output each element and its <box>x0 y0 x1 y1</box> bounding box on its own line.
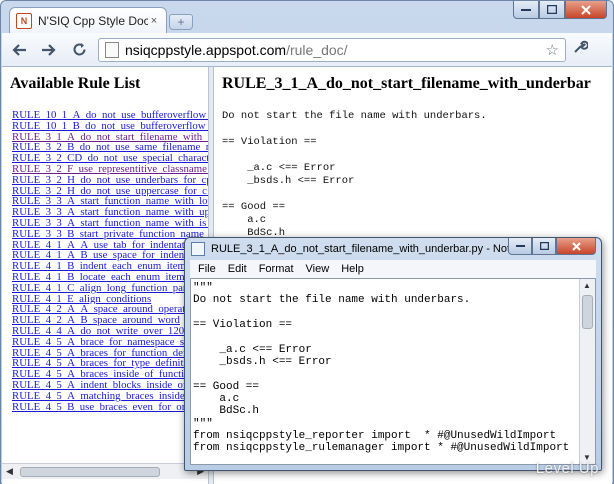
minimize-icon[interactable] <box>513 1 539 19</box>
rule-link[interactable]: RULE_3_3_B_start_private_function_name_w… <box>12 229 208 240</box>
url-host: nsiqcppstyle.appspot.com <box>125 41 287 58</box>
rule-link[interactable]: RULE_4_2_A_A_space_around_operator <box>12 304 208 315</box>
scrollbar-thumb[interactable] <box>20 467 160 477</box>
rule-link[interactable]: RULE_10_1_A_do_not_use_bufferoverflow_ri… <box>12 110 208 121</box>
notepad-menu-edit[interactable]: Edit <box>228 263 247 275</box>
rule-link[interactable]: RULE_3_1_A_do_not_start_filename_with_un… <box>12 132 208 143</box>
notepad-menu-format[interactable]: Format <box>259 263 294 275</box>
window-close-icon[interactable] <box>565 1 607 19</box>
rule-link[interactable]: RULE_4_5_A_matching_braces_inside_of_fun… <box>12 391 208 402</box>
star-icon[interactable]: ☆ <box>546 41 559 59</box>
browser-window: N N'SIQ Cpp Style Doc × + nsiqcppstyle.a… <box>0 0 614 484</box>
rule-link[interactable]: RULE_4_2_A_B_space_around_word <box>12 315 208 326</box>
forward-icon[interactable] <box>36 37 62 63</box>
rule-link[interactable]: RULE_4_5_A_braces_inside_of_function_sho… <box>12 369 208 380</box>
notepad-minimize-icon[interactable] <box>508 238 532 255</box>
notepad-title: RULE_3_1_A_do_not_start_filename_with_un… <box>211 243 535 255</box>
rule-list-heading: Available Rule List <box>10 75 141 92</box>
rule-link[interactable]: RULE_4_5_A_indent_blocks_inside_of_funct… <box>12 380 208 391</box>
site-favicon-icon: N <box>16 12 32 29</box>
address-bar[interactable]: nsiqcppstyle.appspot.com /rule_doc/ ☆ <box>98 37 566 62</box>
notepad-text-area[interactable]: """ Do not start the file name with unde… <box>190 278 596 465</box>
rule-link[interactable]: RULE_4_5_A_braces_for_function_definitio… <box>12 348 208 359</box>
scroll-up-icon[interactable]: ▲ <box>583 281 591 290</box>
rule-link[interactable]: RULE_3_2_H_do_not_use_underbars_for_cpp_… <box>12 175 208 186</box>
notepad-menubar: File Edit Format View Help <box>190 260 596 278</box>
watermark: Level Up <box>535 460 599 477</box>
rule-link[interactable]: RULE_3_3_A_start_function_name_with_lowe… <box>12 196 208 207</box>
rule-link[interactable]: RULE_10_1_B_do_not_use_bufferoverflow_ri… <box>12 121 208 132</box>
notepad-menu-file[interactable]: File <box>198 263 216 275</box>
rule-link[interactable]: RULE_3_3_A_start_function_name_with_is_o… <box>12 218 208 229</box>
rule-link[interactable]: RULE_3_3_A_start_function_name_with_uppe… <box>12 207 208 218</box>
rule-link[interactable]: RULE_4_5_A_braces_for_type_definition_sh… <box>12 358 208 369</box>
rule-link[interactable]: RULE_4_5_A_brace_for_namespace_should_be… <box>12 337 208 348</box>
notepad-content: """ Do not start the file name with unde… <box>193 282 570 455</box>
notepad-maximize-icon[interactable] <box>532 238 556 255</box>
new-tab-button[interactable]: + <box>169 14 193 30</box>
rule-list: RULE_10_1_A_do_not_use_bufferoverflow_ri… <box>12 110 208 412</box>
rule-link[interactable]: RULE_4_1_A_A_use_tab_for_indentation <box>12 240 208 251</box>
reload-icon[interactable] <box>66 37 92 63</box>
scrollbar-thumb[interactable] <box>582 295 593 329</box>
tab-strip: N N'SIQ Cpp Style Doc × + <box>1 1 613 33</box>
rule-link[interactable]: RULE_4_1_C_align_long_function_parameter… <box>12 283 208 294</box>
rule-link[interactable]: RULE_4_1_B_locate_each_enum_item_in_sepe… <box>12 272 208 283</box>
maximize-icon[interactable] <box>539 1 565 19</box>
browser-tab[interactable]: N N'SIQ Cpp Style Doc × <box>9 7 167 33</box>
page-icon <box>105 41 119 58</box>
rule-link[interactable]: RULE_3_2_B_do_not_use_same_filename_more… <box>12 142 208 153</box>
notepad-window: RULE_3_1_A_do_not_start_filename_with_un… <box>184 237 602 471</box>
rule-link[interactable]: RULE_4_5_B_use_braces_even_for_one_state… <box>12 402 208 413</box>
url-path: /rule_doc/ <box>286 41 348 58</box>
rule-description: Do not start the file name with underbar… <box>222 110 487 239</box>
rule-link[interactable]: RULE_3_2_CD_do_not_use_special_character… <box>12 153 208 164</box>
notepad-window-controls <box>508 238 596 255</box>
notepad-icon <box>191 242 205 256</box>
tab-title: N'SIQ Cpp Style Doc <box>38 13 148 28</box>
notepad-menu-view[interactable]: View <box>306 263 330 275</box>
rule-link[interactable]: RULE_3_2_F_use_representitive_classname_… <box>12 164 208 175</box>
notepad-vertical-scrollbar[interactable]: ▲ ▼ <box>579 279 595 464</box>
rule-link[interactable]: RULE_4_4_A_do_not_write_over_120_columns… <box>12 326 208 337</box>
rule-title: RULE_3_1_A_do_not_start_filename_with_un… <box>222 75 591 92</box>
back-icon[interactable] <box>6 37 32 63</box>
tab-close-icon[interactable]: × <box>148 15 160 27</box>
rule-link[interactable]: RULE_4_1_A_B_use_space_for_indentation <box>12 250 208 261</box>
rule-link[interactable]: RULE_4_1_E_align_conditions <box>12 294 208 305</box>
notepad-close-icon[interactable] <box>556 238 596 255</box>
rule-list-horizontal-scrollbar[interactable]: ◀ ▶ <box>2 463 208 479</box>
scroll-left-icon[interactable]: ◀ <box>6 466 13 477</box>
wrench-icon[interactable] <box>572 39 589 60</box>
rule-list-frame: Available Rule List RULE_10_1_A_do_not_u… <box>2 67 208 463</box>
notepad-menu-help[interactable]: Help <box>341 263 364 275</box>
window-controls <box>513 1 607 19</box>
rule-link[interactable]: RULE_3_2_H_do_not_use_uppercase_for_c_fi… <box>12 186 208 197</box>
rule-link[interactable]: RULE_4_1_B_indent_each_enum_item_in_enum… <box>12 261 208 272</box>
browser-toolbar: nsiqcppstyle.appspot.com /rule_doc/ ☆ <box>2 33 612 67</box>
